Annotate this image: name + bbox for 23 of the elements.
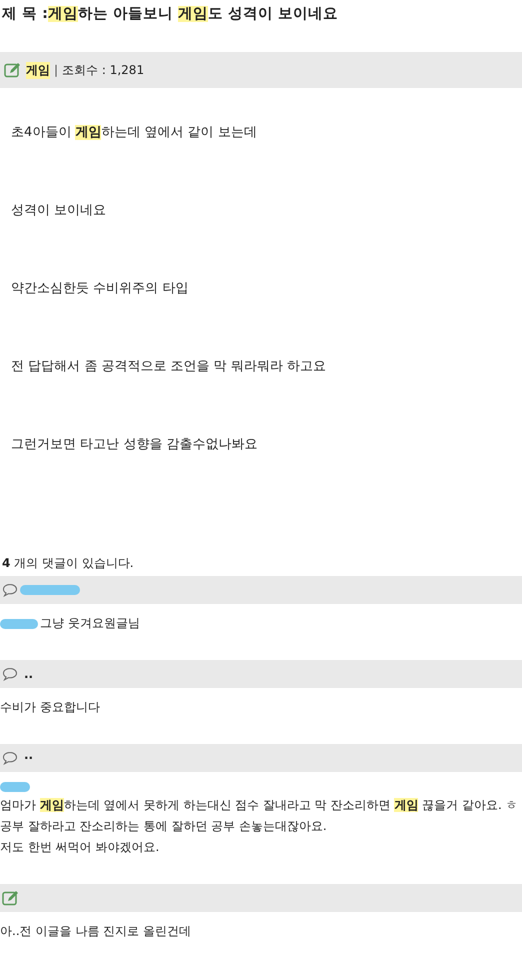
comment-text: 공부 잘하라고 잔소리하는 통에 잘하던 공부 손놓는대잖아요. [0,818,328,835]
separator: | [54,63,58,77]
post-paragraph: 그런거보면 타고난 성향을 감출수없나봐요 [11,437,258,452]
speech-bubble-icon [2,583,18,597]
post-paragraph: 초4아들이 게임하는데 옆에서 같이 보는데 [11,125,257,140]
comment-author: ·· [23,751,34,765]
post-title: 제 목 :게임하는 아들보니 게임도 성격이 보이네요 [0,5,340,24]
comment-count: 4 개의 댓글이 있습니다. [2,556,134,570]
edit-icon [4,62,22,78]
post-paragraph: 성격이 보이네요 [11,203,106,218]
view-count: 조회수 : 1,281 [62,62,144,78]
comment-text: 아..전 이글을 나름 진지로 올린건데 [0,923,192,940]
speech-bubble-icon [2,667,18,681]
comment-text: 수비가 중요합니다 [0,699,101,716]
comment-text: 엄마가 게임하는데 옆에서 못하게 하는대신 점수 잘내라고 막 잔소리하면 게임 끊을거 같아요. ㅎ [0,797,519,814]
comment-text: 저도 한번 써먹어 봐야겠어요. [0,839,160,856]
post-paragraph: 약간소심한듯 수비위주의 타입 [11,281,188,296]
comment-author: .. [23,667,34,681]
speech-bubble-icon [2,751,18,765]
post-paragraph: 전 답답해서 좀 공격적으로 조언을 막 뭐라뭐라 하고요 [11,359,326,374]
category-tag: 게임 [26,62,50,78]
comment-text: 그냥 웃겨요원글님 [40,615,140,632]
edit-icon [2,890,20,906]
